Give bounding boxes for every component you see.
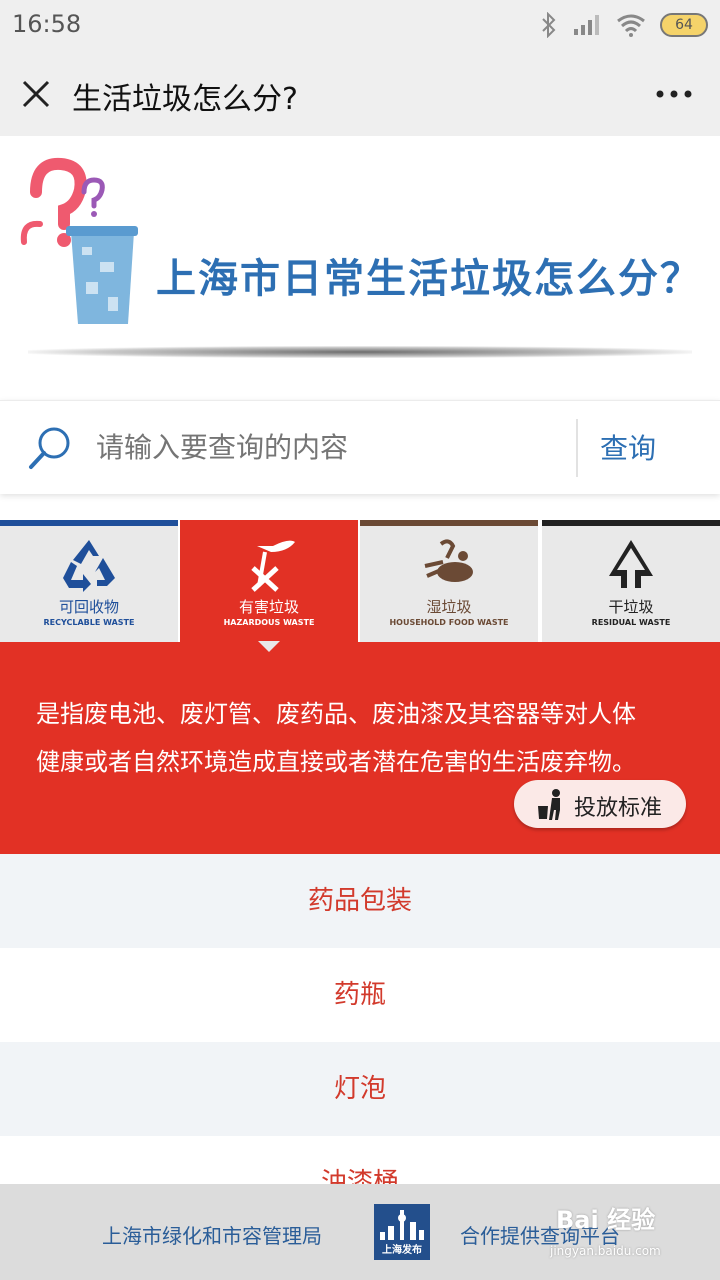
tab-label: 湿垃圾 <box>426 598 472 616</box>
footer: 上海市绿化和市容管理局 上海发布 合作提供查询平台 Bai 经验 jingyan… <box>0 1184 720 1280</box>
search-button[interactable]: 查询 <box>600 427 656 467</box>
tab-residual[interactable]: 干垃圾 RESIDUAL WASTE <box>542 520 720 642</box>
search-divider <box>576 419 578 477</box>
tab-color-bar <box>0 520 178 526</box>
tab-label: 有害垃圾 <box>238 598 299 616</box>
disposal-standard-button[interactable]: 投放标准 <box>514 780 686 828</box>
close-icon[interactable] <box>20 78 52 110</box>
tab-label: 干垃圾 <box>608 598 654 616</box>
list-item[interactable]: 药品包装 <box>0 854 720 948</box>
description-text: 是指废电池、废灯管、废药品、废油漆及其容器等对人体 健康或者自然环境造成直接或者… <box>36 690 686 786</box>
item-list: 药品包装 药瓶 灯泡 油漆桶 <box>0 854 720 1230</box>
search-icon <box>29 427 70 469</box>
tab-food-waste[interactable]: 湿垃圾 HOUSEHOLD FOOD WASTE <box>360 520 538 642</box>
tab-hazardous[interactable]: 有害垃圾 HAZARDOUS WASTE <box>180 520 358 642</box>
trash-bin-question-icon <box>20 157 138 324</box>
tab-sublabel: RESIDUAL WASTE <box>591 618 671 627</box>
tab-color-bar <box>542 520 720 526</box>
skyline-icon <box>380 1210 424 1240</box>
category-tabs: 可回收物 RECYCLABLE WASTE 有害垃圾 HAZARDOUS WAS… <box>0 520 720 642</box>
banner-title: 上海市日常生活垃圾怎么分？ <box>156 256 702 302</box>
tab-label: 可回收物 <box>58 598 119 616</box>
description-line: 健康或者自然环境造成直接或者潜在危害的生活废弃物。 <box>36 748 636 776</box>
status-time: 16:58 <box>12 10 82 38</box>
bluetooth-icon <box>542 12 556 38</box>
category-description: 是指废电池、废灯管、废药品、废油漆及其容器等对人体 健康或者自然环境造成直接或者… <box>0 641 720 854</box>
list-item[interactable]: 灯泡 <box>0 1042 720 1136</box>
tab-recyclable[interactable]: 可回收物 RECYCLABLE WASTE <box>0 520 178 642</box>
search-input[interactable] <box>96 427 566 467</box>
battery-indicator: 64 <box>660 13 708 37</box>
banner: 上海市日常生活垃圾怎么分？ <box>0 136 720 400</box>
shanghai-release-logo[interactable]: 上海发布 <box>374 1204 430 1260</box>
disposal-standard-label: 投放标准 <box>574 796 663 821</box>
hazard-icon <box>251 540 295 592</box>
residual-icon <box>609 540 653 588</box>
recycle-icon <box>63 540 115 592</box>
banner-divider <box>28 346 692 358</box>
watermark-url: jingyan.baidu.com <box>550 1244 661 1258</box>
tab-sublabel: HAZARDOUS WASTE <box>223 618 315 627</box>
tab-sublabel: HOUSEHOLD FOOD WASTE <box>389 618 509 627</box>
page-title: 生活垃圾怎么分? <box>72 82 298 117</box>
status-bar: 16:58 64 <box>0 0 720 52</box>
description-line: 是指废电池、废灯管、废药品、废油漆及其容器等对人体 <box>36 700 636 728</box>
more-icon[interactable] <box>654 82 694 106</box>
search-bar: 查询 <box>0 400 720 494</box>
food-waste-icon <box>424 539 473 582</box>
wifi-icon <box>617 14 645 37</box>
signal-icon <box>574 15 599 35</box>
logo-text: 上海发布 <box>382 1245 422 1256</box>
list-item[interactable]: 药瓶 <box>0 948 720 1042</box>
status-icons: 64 <box>540 12 708 38</box>
tab-pointer <box>258 641 280 652</box>
title-bar: 生活垃圾怎么分? <box>0 52 720 136</box>
watermark: Bai 经验 <box>556 1206 656 1234</box>
tab-color-bar <box>360 520 538 526</box>
person-trash-icon <box>538 789 560 820</box>
tab-sublabel: RECYCLABLE WASTE <box>43 618 135 627</box>
footer-org[interactable]: 上海市绿化和市容管理局 <box>102 1220 322 1249</box>
